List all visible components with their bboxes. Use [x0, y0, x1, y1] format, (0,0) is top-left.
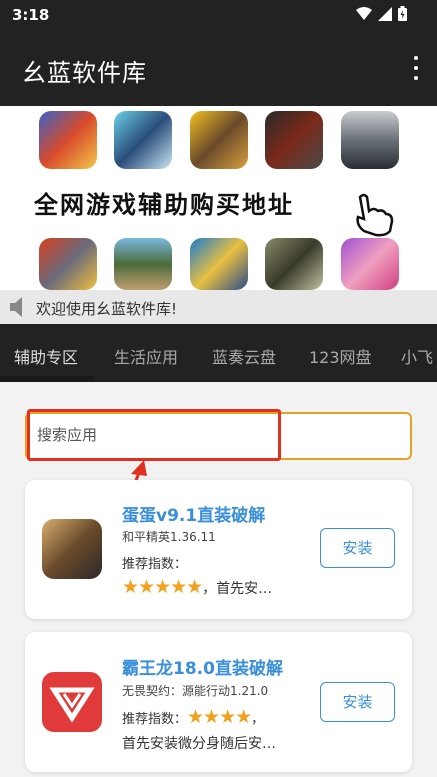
game-icon-10 — [341, 238, 399, 290]
app-subtitle: 无畏契约：源能行动1.21.0 — [122, 684, 269, 698]
dragon-logo-icon — [49, 687, 95, 723]
app-description: 首先安装微分身随后安… — [122, 736, 276, 752]
promo-banner[interactable]: 全网游戏辅助购买地址 — [0, 106, 437, 290]
hand-pointer-icon — [356, 193, 394, 237]
speaker-icon — [10, 297, 22, 317]
game-icon-4 — [265, 111, 323, 169]
tab-life-apps[interactable]: 生活应用 — [114, 344, 178, 368]
rating-stars: ★★★★ — [187, 706, 252, 728]
notice-bar: 欢迎使用幺蓝软件库! — [0, 290, 437, 324]
notice-text: 欢迎使用幺蓝软件库! — [36, 300, 178, 318]
recommend-label: 推荐指数： — [122, 557, 188, 572]
game-icon-9 — [265, 238, 323, 290]
recommend-suffix: ， — [251, 712, 265, 727]
app-bar: 幺蓝软件库 — [0, 30, 437, 106]
more-options-icon[interactable] — [411, 56, 421, 80]
game-icon-5 — [341, 111, 399, 169]
tab-assist[interactable]: 辅助专区 — [14, 344, 78, 368]
app-title: 幺蓝软件库 — [22, 59, 147, 87]
tab-xiaofei[interactable]: 小飞 — [401, 344, 433, 368]
game-icon-3 — [190, 111, 248, 169]
status-bar: 3:18 — [0, 0, 437, 30]
app-subtitle: 和平精英1.36.11 — [122, 530, 216, 544]
battery-icon — [398, 6, 407, 21]
banner-text: 全网游戏辅助购买地址 — [34, 190, 294, 219]
signal-icon — [378, 6, 392, 21]
highlight-annotation — [27, 409, 281, 461]
tab-indicator — [0, 376, 94, 382]
tab-bar: 辅助专区 生活应用 蓝奏云盘 123网盘 小飞 — [0, 324, 437, 382]
wifi-icon — [356, 6, 372, 20]
recommend-label: 推荐指数： — [122, 712, 188, 727]
game-icon-1 — [39, 111, 97, 169]
recommend-row: 推荐指数： — [122, 553, 187, 572]
game-icon-2 — [114, 111, 172, 169]
install-button[interactable]: 安装 — [320, 682, 395, 722]
tab-123pan[interactable]: 123网盘 — [309, 344, 372, 368]
install-button[interactable]: 安装 — [320, 528, 395, 568]
stars-row: ★★★★★，首先安… — [122, 576, 272, 598]
recommend-row: 推荐指数：★★★★， — [122, 706, 264, 728]
app-card: 蛋蛋v9.1直装破解 和平精英1.36.11 推荐指数： ★★★★★，首先安… … — [25, 480, 412, 619]
game-icon-6 — [39, 238, 97, 290]
tab-lanzou[interactable]: 蓝奏云盘 — [212, 344, 276, 368]
app-title[interactable]: 蛋蛋v9.1直装破解 — [122, 501, 265, 526]
app-icon — [42, 672, 102, 732]
recommend-suffix: ，首先安… — [202, 581, 273, 597]
app-title[interactable]: 霸王龙18.0直装破解 — [122, 654, 283, 679]
app-card: 霸王龙18.0直装破解 无畏契约：源能行动1.21.0 推荐指数：★★★★， 首… — [25, 632, 412, 772]
status-time: 3:18 — [12, 6, 50, 24]
game-icon-8 — [190, 238, 248, 290]
app-icon — [42, 519, 102, 579]
rating-stars: ★★★★★ — [122, 576, 203, 598]
game-icon-7 — [114, 238, 172, 290]
